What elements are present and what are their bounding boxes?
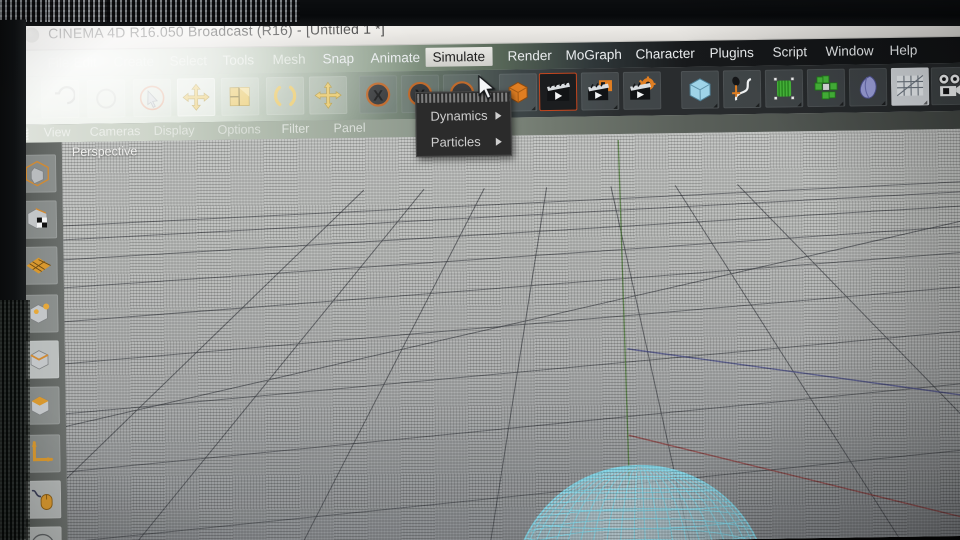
chevron-right-icon — [495, 137, 502, 146]
cube-primitive-icon — [689, 78, 711, 102]
add-camera-object[interactable] — [930, 66, 960, 106]
nurbs-green-icon — [773, 77, 795, 100]
axis-x-icon: X — [366, 82, 391, 107]
menu-tearoff-handle[interactable] — [417, 92, 510, 103]
menu-item-simulate[interactable]: Simulate — [425, 46, 493, 67]
chevron-right-icon — [495, 111, 502, 120]
viewport-menu-options[interactable]: Options — [218, 122, 261, 137]
camera-icon — [938, 73, 960, 97]
move-axis-tool[interactable] — [308, 76, 348, 115]
axis-L-icon — [31, 441, 53, 462]
menu-item-snap[interactable]: Snap — [315, 49, 361, 69]
menu-item-dynamics-label: Dynamics — [430, 107, 488, 124]
move-arrows-icon — [182, 83, 210, 111]
scale-tool[interactable] — [220, 77, 260, 116]
rotate-arc-icon — [274, 85, 297, 107]
undo-button[interactable] — [40, 79, 80, 119]
viewport-menu-display[interactable]: Display — [154, 123, 195, 138]
add-spline-object[interactable] — [722, 69, 762, 109]
screenshot-root: CINEMA 4D R16.050 Broadcast (R16) - [Unt… — [0, 0, 960, 540]
viewport-label: Perspective — [71, 144, 138, 160]
menu-item-plugins[interactable]: Plugins — [702, 43, 761, 63]
snap-S-icon: S — [31, 533, 55, 540]
polygon-grid-icon — [26, 257, 51, 274]
menu-item-particles[interactable]: Particles — [417, 129, 511, 156]
move-cross-icon — [314, 81, 342, 109]
menu-item-edit[interactable]: Edit — [66, 53, 104, 73]
simulate-dropdown-menu: Dynamics Particles — [415, 90, 513, 157]
render-picture-viewer-button[interactable] — [580, 71, 620, 111]
lock-x-axis[interactable]: X — [358, 75, 398, 114]
speaker-grille-segment — [48, 0, 108, 22]
live-selection-tool[interactable] — [132, 78, 172, 118]
menu-item-tools[interactable]: Tools — [215, 50, 261, 70]
monitor-bezel-top — [0, 0, 960, 26]
perspective-viewport[interactable]: Perspective — [61, 128, 960, 540]
render-view-button[interactable] — [538, 72, 578, 112]
mouse-icon — [31, 489, 53, 510]
cursor-circle-icon — [139, 85, 165, 111]
render-settings-button[interactable] — [622, 71, 662, 110]
menu-item-animate[interactable]: Animate — [363, 48, 427, 68]
speaker-grille — [0, 0, 300, 22]
menu-item-select[interactable]: Select — [162, 51, 214, 71]
polygons-cube-icon — [31, 396, 50, 416]
sphere-object[interactable] — [504, 430, 776, 540]
svg-text:X: X — [373, 87, 383, 104]
menu-item-dynamics[interactable]: Dynamics — [416, 103, 510, 130]
add-scene-object[interactable] — [890, 67, 930, 106]
spline-pen-icon — [732, 76, 752, 101]
render-clapper-icon — [547, 80, 571, 102]
menu-item-character[interactable]: Character — [628, 44, 702, 64]
viewport-menu-cameras[interactable]: Cameras — [90, 124, 141, 139]
add-mograph-object[interactable] — [806, 68, 846, 108]
undo-arrow-icon — [55, 86, 76, 105]
menu-item-script[interactable]: Script — [765, 42, 814, 62]
redo-arrow-icon — [96, 88, 117, 109]
viewport-menu-view[interactable]: View — [44, 125, 71, 139]
menu-item-render[interactable]: Render — [500, 46, 559, 66]
render-picture-icon — [588, 80, 613, 101]
add-nurbs-object[interactable] — [764, 69, 804, 108]
editable-cube-icon — [25, 160, 50, 187]
redo-button[interactable] — [86, 79, 126, 118]
add-cube-object[interactable] — [680, 70, 720, 110]
move-tool[interactable] — [176, 77, 216, 117]
menu-item-window[interactable]: Window — [818, 41, 880, 61]
texture-cube-icon — [27, 207, 48, 230]
menu-item-mograph[interactable]: MoGraph — [558, 45, 629, 65]
menu-item-create[interactable]: Create — [106, 52, 161, 72]
viewport-region: View Cameras Display Options Filter Pane… — [11, 110, 960, 540]
monitor-screen: CINEMA 4D R16.050 Broadcast (R16) - [Unt… — [10, 7, 960, 540]
menu-item-mesh[interactable]: Mesh — [265, 50, 312, 70]
viewport-menu-filter[interactable]: Filter — [282, 122, 310, 136]
render-gear-icon — [630, 76, 656, 100]
deformer-blob-icon — [859, 75, 877, 99]
menu-item-particles-label: Particles — [430, 134, 481, 150]
scale-square-icon — [229, 87, 250, 107]
mograph-cluster-icon — [814, 75, 838, 100]
rotate-tool[interactable] — [265, 76, 305, 116]
add-deformer-object[interactable] — [848, 67, 888, 107]
menu-item-help[interactable]: Help — [882, 40, 924, 60]
app-sphere-icon — [24, 27, 40, 43]
viewport-menu-panel[interactable]: Panel — [334, 121, 366, 135]
monitor-bezel-texture — [0, 300, 30, 540]
floor-grid-icon — [896, 75, 924, 97]
